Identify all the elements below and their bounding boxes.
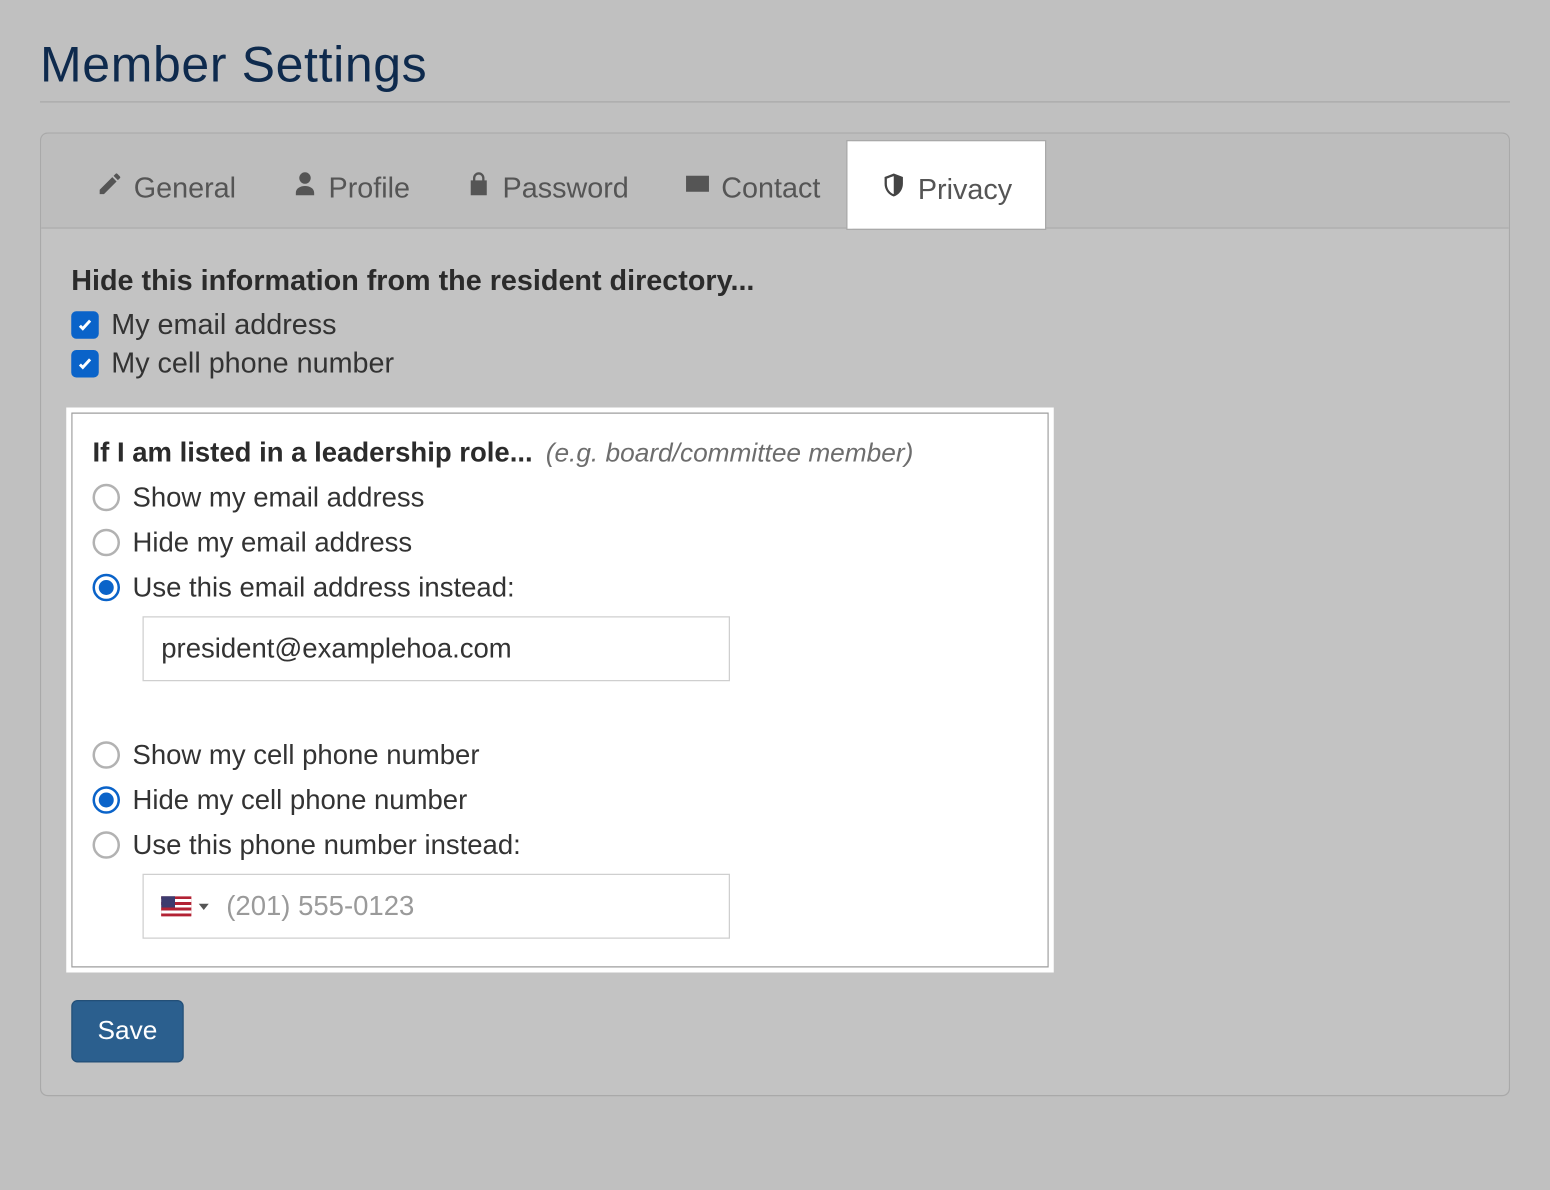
tab-label: Contact [721,171,820,205]
radio-label: Show my email address [133,481,425,514]
hide-email-label: My email address [111,308,336,342]
radio-label: Use this phone number instead: [133,829,521,862]
radio-label: Hide my cell phone number [133,784,468,817]
radio-unselected-icon[interactable] [93,484,121,512]
radio-unselected-icon[interactable] [93,831,121,859]
country-flag-dropdown[interactable] [144,875,222,938]
alt-email-input[interactable]: president@examplehoa.com [143,616,731,681]
radio-unselected-icon[interactable] [93,741,121,769]
radio-show-cell[interactable]: Show my cell phone number [93,739,1028,772]
leadership-note: (e.g. board/committee member) [546,439,914,468]
user-icon [291,170,319,205]
tab-contact[interactable]: Contact [656,145,848,228]
edit-icon [96,170,124,205]
tab-bar: General Profile Password Contact [41,134,1509,229]
tab-password[interactable]: Password [438,145,657,228]
radio-hide-email[interactable]: Hide my email address [93,526,1028,559]
alt-email-value: president@examplehoa.com [161,633,511,666]
radio-label: Show my cell phone number [133,739,480,772]
page-title: Member Settings [40,38,1510,103]
save-button[interactable]: Save [71,1000,183,1063]
radio-alt-email[interactable]: Use this email address instead: [93,571,1028,604]
checkbox-checked-icon[interactable] [71,311,99,339]
envelope-icon [684,170,712,205]
leadership-heading: If I am listed in a leadership role... [93,436,533,467]
hide-section-heading: Hide this information from the resident … [71,264,1479,298]
us-flag-icon [161,896,191,916]
tab-label: General [134,171,236,205]
panel-body: Hide this information from the resident … [41,229,1509,1095]
tab-label: Profile [329,171,411,205]
tab-label: Privacy [918,172,1012,206]
radio-label: Use this email address instead: [133,571,515,604]
radio-alt-cell[interactable]: Use this phone number instead: [93,829,1028,862]
radio-label: Hide my email address [133,526,413,559]
leadership-heading-row: If I am listed in a leadership role... (… [93,436,1028,469]
radio-unselected-icon[interactable] [93,529,121,557]
radio-selected-icon[interactable] [93,786,121,814]
radio-selected-icon[interactable] [93,574,121,602]
hide-cell-label: My cell phone number [111,346,394,380]
alt-phone-input[interactable]: (201) 555-0123 [143,874,731,939]
shield-icon [880,171,908,206]
tab-profile[interactable]: Profile [264,145,438,228]
hide-email-row[interactable]: My email address [71,308,1479,342]
tab-privacy[interactable]: Privacy [848,141,1045,229]
tab-general[interactable]: General [69,145,264,228]
hide-cell-row[interactable]: My cell phone number [71,346,1479,380]
radio-show-email[interactable]: Show my email address [93,481,1028,514]
caret-down-icon [199,903,209,909]
radio-hide-cell[interactable]: Hide my cell phone number [93,784,1028,817]
lock-icon [465,170,493,205]
settings-panel: General Profile Password Contact [40,133,1510,1097]
checkbox-checked-icon[interactable] [71,349,99,377]
phone-placeholder: (201) 555-0123 [221,890,414,923]
leadership-box: If I am listed in a leadership role... (… [71,413,1049,968]
tab-label: Password [503,171,629,205]
